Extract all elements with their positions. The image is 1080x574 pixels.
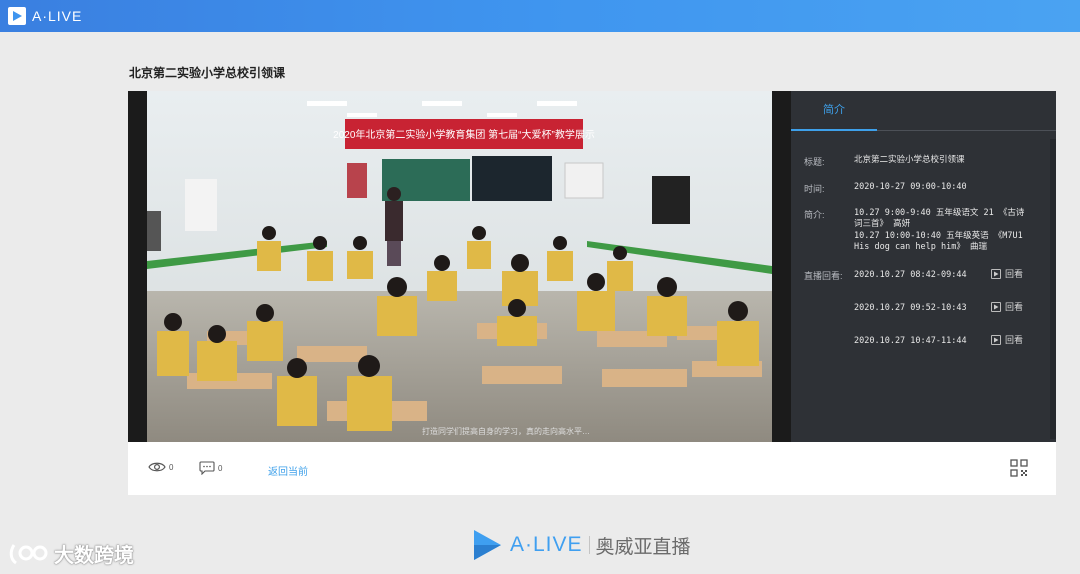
replay-button-label: 回看: [1005, 269, 1024, 279]
title-value: 北京第二实验小学总校引领课: [854, 155, 965, 165]
panel-tabs: 简介: [791, 91, 1056, 131]
panel-scrollbar[interactable]: [1050, 139, 1056, 439]
watermark-logo-icon: [9, 543, 48, 564]
tab-intro[interactable]: 简介: [791, 91, 877, 131]
views-count: 0: [169, 462, 174, 472]
bottom-brand-name: A·LIVE: [510, 533, 583, 556]
back-to-live-link[interactable]: 返回当前: [268, 463, 308, 478]
replay-button-label: 回看: [1005, 302, 1024, 312]
replay-time: 2020.10.27 08:42-09:44: [854, 270, 967, 280]
time-label: 时间:: [804, 184, 825, 194]
comments-count: 0: [218, 463, 223, 473]
page-title: 北京第二实验小学总校引领课: [129, 66, 286, 80]
replay-button[interactable]: 回看: [991, 267, 1023, 280]
play-triangle-logo-icon: [474, 530, 501, 560]
qr-code-icon[interactable]: [1010, 459, 1028, 477]
card-footer: 0 0 返回当前: [128, 442, 1056, 495]
time-value: 2020-10-27 09:00-10:40: [854, 182, 967, 192]
intro-line: 10.27 10:00-10:40 五年级英语 《M7U1: [854, 231, 1023, 241]
info-panel: 简介 标题: 北京第二实验小学总校引领课 时间: 2020-10-27 09:0…: [791, 91, 1056, 442]
play-triangle-logo-icon: [8, 7, 26, 25]
comments-stat[interactable]: 0: [199, 461, 222, 475]
play-icon: [991, 301, 1001, 312]
eye-icon: [148, 462, 166, 472]
watermark-text: 大数跨境: [54, 545, 134, 567]
replay-label: 直播回看:: [804, 271, 843, 281]
live-card: 2020年北京第二实验小学教育集团 第七届“大爱杯”教学展示 打造同学们提高自身…: [128, 91, 1056, 495]
play-icon: [991, 268, 1001, 279]
intro-line: 10.27 9:00-9:40 五年级语文 21 《古诗: [854, 208, 1025, 218]
video-banner-text: 2020年北京第二实验小学教育集团 第七届“大爱杯”教学展示: [333, 128, 595, 141]
intro-line: 词三首》 高妍: [854, 219, 911, 229]
classroom-video-frame: 2020年北京第二实验小学教育集团 第七届“大爱杯”教学展示: [147, 91, 772, 442]
views-stat: 0: [148, 461, 173, 473]
top-bar: A·LIVE: [0, 0, 1080, 32]
replay-button-label: 回看: [1005, 335, 1024, 345]
bottom-brand-cn: 奥威亚直播: [595, 536, 691, 558]
video-subtitle: 打造同学们提高自身的学习，真的走向高水平…: [422, 427, 590, 436]
replay-time: 2020.10.27 09:52-10:43: [854, 303, 967, 313]
play-icon: [991, 334, 1001, 345]
intro-line: His dog can help him》 曲瑞: [854, 242, 987, 252]
replay-button[interactable]: 回看: [991, 300, 1023, 313]
comment-icon: [199, 461, 215, 475]
video-player[interactable]: 2020年北京第二实验小学教育集团 第七届“大爱杯”教学展示 打造同学们提高自身…: [128, 91, 791, 442]
bottom-brand: A·LIVE 奥威亚直播: [470, 528, 691, 562]
brand-name: A·LIVE: [32, 8, 83, 24]
replay-button[interactable]: 回看: [991, 333, 1023, 346]
title-label: 标题:: [804, 157, 825, 167]
brand-divider: [588, 536, 590, 554]
brand[interactable]: A·LIVE: [8, 6, 82, 26]
watermark: 大数跨境: [8, 539, 134, 568]
intro-label: 简介:: [804, 210, 825, 220]
replay-time: 2020.10.27 10:47-11:44: [854, 336, 967, 346]
